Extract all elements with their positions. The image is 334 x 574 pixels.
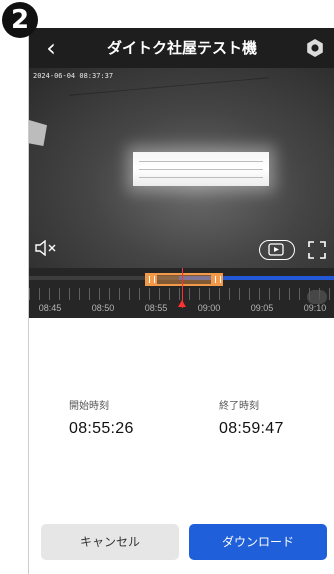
start-time-label: 開始時刻 xyxy=(69,401,109,412)
timeline-label: 08:45 xyxy=(38,303,62,313)
step-badge: 2 xyxy=(2,2,38,38)
recording-timeline[interactable]: 08:45 08:50 08:55 09:00 09:05 09:10 xyxy=(29,268,334,318)
playback-button[interactable] xyxy=(259,240,295,260)
timeline-label: 09:00 xyxy=(197,303,221,313)
speaker-mute-icon xyxy=(35,239,56,257)
start-time-block: 開始時刻 08:55:26 xyxy=(69,400,134,440)
video-player[interactable]: 2024-06-04 08:37:37 xyxy=(29,68,334,268)
wall-fixture xyxy=(29,120,47,146)
fullscreen-button[interactable] xyxy=(307,240,327,260)
chevron-left-icon: ‹ xyxy=(46,34,56,62)
video-timestamp: 2024-06-04 08:37:37 xyxy=(33,72,114,80)
page-title: ダイトク社屋テスト機 xyxy=(106,39,257,57)
phone-screen: ‹ ダイトク社屋テスト機 2024-06-04 08:37:37 08:45 0… xyxy=(28,28,334,574)
settings-button[interactable] xyxy=(305,38,325,58)
timeline-label: 09:10 xyxy=(303,303,327,313)
end-time-block: 終了時刻 08:59:47 xyxy=(219,400,284,440)
end-time-label: 終了時刻 xyxy=(219,401,259,412)
clip-selection[interactable] xyxy=(145,273,223,286)
app-header: ‹ ダイトク社屋テスト機 xyxy=(29,28,334,68)
clip-start-handle[interactable] xyxy=(145,273,157,286)
gear-icon xyxy=(307,39,323,57)
timeline-label: 08:50 xyxy=(91,303,115,313)
clip-end-handle[interactable] xyxy=(211,273,223,286)
cancel-button[interactable]: キャンセル xyxy=(41,524,179,560)
mute-button[interactable] xyxy=(35,239,61,262)
back-button[interactable]: ‹ xyxy=(37,34,65,62)
end-time-value: 08:59:47 xyxy=(219,420,284,437)
ceiling-light xyxy=(133,152,269,186)
fullscreen-icon xyxy=(308,241,326,259)
timeline-label: 09:05 xyxy=(250,303,274,313)
timeline-label: 08:55 xyxy=(144,303,168,313)
timeline-labels: 08:45 08:50 08:55 09:00 09:05 09:10 xyxy=(29,302,334,314)
playback-icon xyxy=(268,243,284,256)
download-button[interactable]: ダウンロード xyxy=(189,524,327,560)
start-time-value: 08:55:26 xyxy=(69,420,134,437)
